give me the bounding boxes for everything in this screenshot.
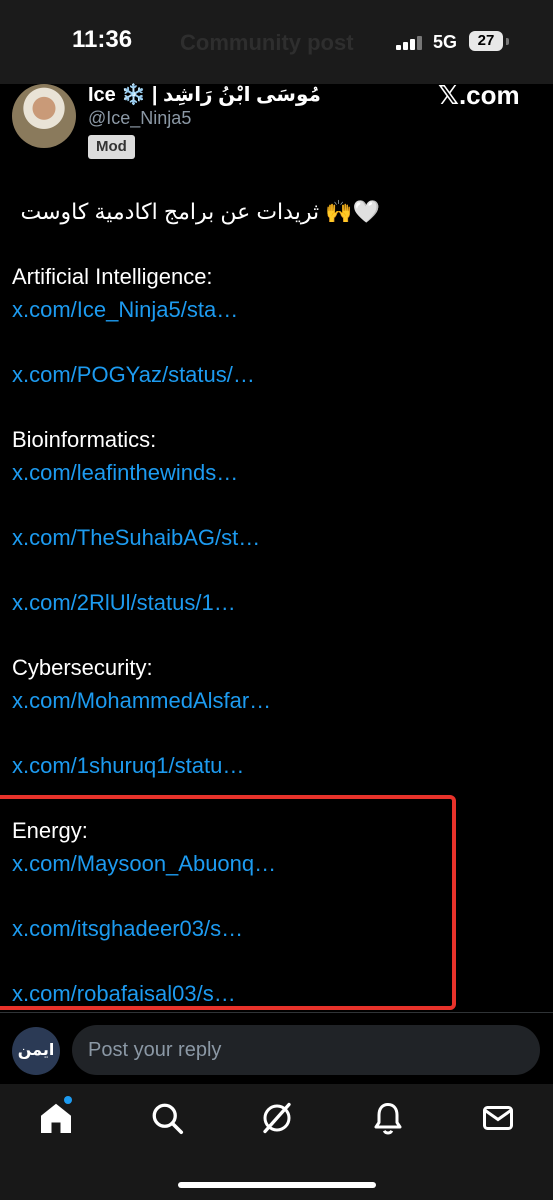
post-line: Cybersecurity:	[12, 651, 542, 684]
background-title: Community post	[180, 30, 354, 55]
post-line: x.com/MohammedAlsfar…	[12, 684, 542, 717]
post-line: 🤍🙌 ثريدات عن برامج اكادمية كاوست	[12, 195, 380, 228]
battery-icon: 27	[469, 31, 503, 51]
reply-avatar[interactable]: ايمن	[12, 1027, 60, 1075]
search-icon[interactable]	[149, 1100, 185, 1136]
post-link[interactable]: x.com/1shuruq1/statu…	[12, 753, 244, 778]
status-time: 11:36	[72, 26, 133, 53]
post-link[interactable]: x.com/POGYaz/status/…	[12, 362, 255, 387]
network-type: 5G	[433, 32, 458, 52]
reply-input[interactable]	[72, 1025, 540, 1075]
author-handle[interactable]: @Ice_Ninja5	[88, 108, 191, 129]
highlight-box	[0, 795, 456, 1010]
post-text: Bioinformatics:	[12, 427, 157, 452]
post-link[interactable]: x.com/2RlUl/status/1…	[12, 590, 236, 615]
messages-icon[interactable]	[480, 1100, 516, 1136]
post-line: x.com/1shuruq1/statu…	[12, 749, 542, 782]
post-line: x.com/Ice_Ninja5/sta…	[12, 293, 542, 326]
post-link[interactable]: x.com/Ice_Ninja5/sta…	[12, 297, 238, 322]
post-line: Bioinformatics:	[12, 423, 542, 456]
post-link[interactable]: x.com/leafinthewinds…	[12, 460, 238, 485]
post-line: x.com/TheSuhaibAG/st…	[12, 521, 542, 554]
post-text: Artificial Intelligence:	[12, 264, 213, 289]
status-bar: Community post 11:36 5G 27	[0, 0, 553, 84]
grok-icon[interactable]	[259, 1100, 295, 1136]
battery-tip	[506, 38, 509, 45]
post-line: x.com/2RlUl/status/1…	[12, 586, 542, 619]
post-text: Cybersecurity:	[12, 655, 153, 680]
reply-bar: ايمن	[0, 1012, 553, 1085]
notification-dot	[64, 1096, 72, 1104]
mod-badge: Mod	[88, 135, 135, 159]
notifications-icon[interactable]	[370, 1100, 406, 1136]
post-line: x.com/leafinthewinds…	[12, 456, 542, 489]
author-name[interactable]: Ice ❄️ | مُوسَى ابْنُ رَاشِد	[88, 82, 321, 107]
signal-icon	[396, 36, 426, 50]
home-indicator	[178, 1182, 376, 1188]
post-line: Artificial Intelligence:	[12, 260, 542, 293]
post-link[interactable]: x.com/MohammedAlsfar…	[12, 688, 271, 713]
home-icon[interactable]	[38, 1096, 74, 1136]
post-line: x.com/POGYaz/status/…	[12, 358, 542, 391]
author-avatar[interactable]	[12, 84, 76, 148]
x-logo: 𝕏.com	[438, 80, 520, 110]
post-text: 🤍🙌 ثريدات عن برامج اكادمية كاوست	[20, 199, 380, 224]
post-link[interactable]: x.com/TheSuhaibAG/st…	[12, 525, 260, 550]
